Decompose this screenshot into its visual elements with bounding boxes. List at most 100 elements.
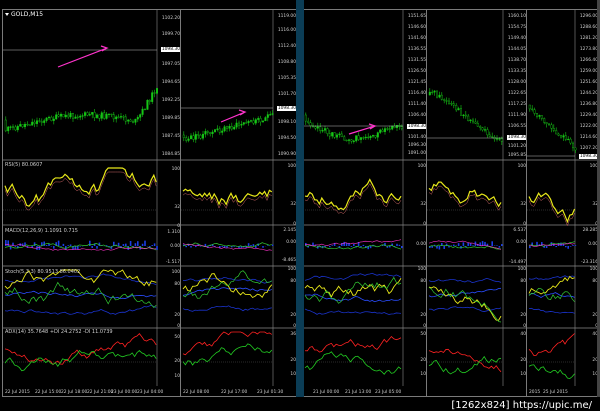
chevron-down-icon xyxy=(5,13,9,16)
plus-di-line xyxy=(528,333,575,356)
macd-histogram-bar xyxy=(185,246,187,248)
rsi-indicator-label: RSI(5) 80.0607 xyxy=(5,162,43,168)
macd-scale-label: 0.00 xyxy=(286,240,296,245)
candle-body xyxy=(218,128,221,133)
candle-body xyxy=(103,112,106,119)
macd-histogram-bar xyxy=(53,246,55,249)
chart-canvas[interactable] xyxy=(181,10,297,397)
macd-histogram-bar xyxy=(343,241,345,246)
price-scale-label: 1141.60 xyxy=(407,36,426,41)
candle-body xyxy=(238,122,241,126)
price-scale-label: 1102.20 xyxy=(161,16,180,21)
chart-scrollbar[interactable] xyxy=(296,0,304,397)
candle-body xyxy=(369,136,372,138)
candle-body xyxy=(148,99,151,102)
candle-body xyxy=(50,116,53,121)
candle-body xyxy=(450,103,453,105)
chart-panel-3[interactable]: 1151.65 1146.60 1141.60 1136.55 1131.55 … xyxy=(302,9,428,397)
candle-body xyxy=(391,125,394,130)
macd-histogram-bar xyxy=(5,240,7,246)
candle-body xyxy=(129,119,132,122)
price-scale-label: 1229.40 xyxy=(579,113,598,118)
minus-di-line xyxy=(528,364,575,380)
macd-histogram-bar xyxy=(79,246,81,247)
macd-histogram-bar xyxy=(117,242,120,246)
candle-body xyxy=(467,115,470,122)
chart-panel-2[interactable]: 1119.00 1116.00 1112.40 1108.80 1105.35 … xyxy=(180,9,298,397)
macd-histogram-bar xyxy=(398,244,401,246)
price-scale-label: 1131.55 xyxy=(407,58,426,63)
macd-scale-label: -23.316 xyxy=(581,260,598,265)
candle-body xyxy=(7,126,10,132)
macd-histogram-bar xyxy=(431,246,433,248)
candle-body xyxy=(548,123,551,126)
candle-body xyxy=(76,116,79,118)
ma-band-line xyxy=(4,304,157,315)
macd-histogram-bar xyxy=(396,243,398,246)
macd-histogram-bar xyxy=(151,245,153,246)
candle-body xyxy=(484,129,487,131)
macd-histogram-bar xyxy=(353,243,355,246)
price-scale-label: 1101.70 xyxy=(277,92,296,97)
price-scale-label: 1136.55 xyxy=(407,47,426,52)
macd-scale-label: -14.497 xyxy=(509,260,526,265)
chart-canvas[interactable] xyxy=(3,10,181,397)
macd-indicator-label: MACD(12,26,9) 1.1091 0.715 xyxy=(5,228,78,234)
current-price-box: 1098.30 xyxy=(276,106,297,111)
ma-band-line xyxy=(428,277,502,283)
candle-body xyxy=(48,116,51,119)
price-scale-label: 1138.70 xyxy=(507,58,526,63)
candle-body xyxy=(57,114,60,117)
price-scale-label: 1095.85 xyxy=(507,153,526,158)
price-scale-label: 1288.60 xyxy=(579,25,598,30)
candle-body xyxy=(381,129,384,132)
price-scale-label: 1094.50 xyxy=(277,136,296,141)
macd-histogram-bar xyxy=(360,246,362,248)
candle-body xyxy=(440,94,443,100)
chart-panel-4[interactable]: 1160.10 1154.75 1149.40 1144.05 1138.70 … xyxy=(426,9,528,397)
current-price-box: 1098.30 xyxy=(406,124,427,129)
candle-body xyxy=(474,121,477,124)
candle-body xyxy=(189,135,192,140)
current-price-box: 1098.30 xyxy=(506,135,527,140)
macd-histogram-bar xyxy=(555,246,557,248)
price-scale-label: 1105.35 xyxy=(277,76,296,81)
macd-histogram-bar xyxy=(250,245,252,246)
candle-body xyxy=(469,119,472,122)
candle-body xyxy=(552,128,555,131)
macd-scale-label: 0.00 xyxy=(170,244,180,249)
price-scale-label: 1151.65 xyxy=(407,14,426,19)
macd-histogram-bar xyxy=(574,245,577,246)
candle-body xyxy=(476,123,479,127)
macd-histogram-bar xyxy=(62,243,65,246)
macd-histogram-bar xyxy=(127,246,129,250)
candle-body xyxy=(357,135,360,140)
candle-body xyxy=(360,137,363,140)
price-scale-label: 1133.35 xyxy=(507,69,526,74)
candle-body xyxy=(40,121,43,123)
candle-body xyxy=(498,138,501,140)
chart-panel-gold-m15[interactable]: GOLD,M15 RSI(5) 80.0607 MACD(12,26,9) 1.… xyxy=(2,9,182,397)
candle-body xyxy=(379,129,382,133)
macd-histogram-bar xyxy=(491,241,493,246)
macd-histogram-bar xyxy=(60,246,62,247)
price-scale-label: 1281.20 xyxy=(579,36,598,41)
rsi-scale-label: 100 xyxy=(417,164,426,169)
candle-body xyxy=(340,133,343,138)
macd-histogram-bar xyxy=(329,246,331,248)
time-axis-label: 22 Jul 17:00 xyxy=(221,390,248,395)
rsi-line xyxy=(304,178,402,211)
candle-body xyxy=(500,138,503,142)
macd-histogram-bar xyxy=(331,245,333,246)
candle-body xyxy=(343,136,346,141)
candle-body xyxy=(71,113,74,119)
macd-histogram-bar xyxy=(137,241,139,246)
candle-body xyxy=(107,113,110,115)
candle-body xyxy=(448,100,451,104)
candle-body xyxy=(245,122,248,124)
rsi-line xyxy=(428,181,502,208)
macd-histogram-bar xyxy=(57,240,60,246)
time-axis-label: 25 Jul 2015 xyxy=(543,390,568,395)
price-scale-label: 1244.20 xyxy=(579,91,598,96)
chart-panel-5[interactable]: 1296.00 1288.60 1281.20 1273.80 1266.40 … xyxy=(526,9,600,397)
